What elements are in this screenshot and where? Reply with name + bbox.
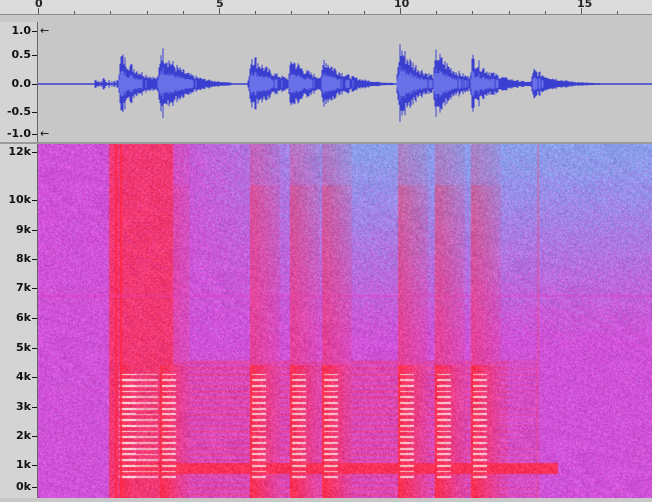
spec-y-label-3k: 3k [16, 400, 31, 413]
timeline-ruler[interactable]: 0 5 10 15 [0, 0, 652, 15]
wave-y-tick [32, 112, 37, 113]
timeline-tick [400, 8, 401, 14]
timeline-tick [38, 8, 39, 14]
spec-y-tick [32, 152, 37, 153]
spectrogram-graphic [38, 144, 652, 498]
spec-y-label-12k: 12k [8, 145, 31, 158]
spectrogram-display[interactable] [38, 144, 652, 498]
timeline-label-10: 10 [394, 0, 410, 10]
timeline-label-15: 15 [577, 0, 593, 10]
timeline-tick [472, 11, 474, 14]
spec-y-tick [32, 465, 37, 466]
spec-y-tick [32, 348, 37, 349]
spec-y-label-2k: 2k [16, 429, 31, 442]
spec-y-tick [32, 230, 37, 231]
spec-y-label-4k: 4k [16, 370, 31, 383]
spec-y-tick [32, 436, 37, 437]
spectrogram-vertical-ruler[interactable]: 12k 10k 9k 8k 7k 6k 5k 4k 3k 2k 1k 0k [0, 144, 38, 498]
timeline-tick [617, 11, 619, 14]
spec-y-tick [32, 288, 37, 289]
waveform-bottom-arrow-icon: ← [40, 127, 50, 140]
spec-y-tick [32, 407, 37, 408]
timeline-tick [219, 8, 220, 14]
spec-y-tick [32, 200, 37, 201]
spec-y-label-1k: 1k [16, 458, 31, 471]
timeline-tick [146, 11, 148, 14]
timeline-tick [255, 11, 257, 14]
wave-y-label-1.0: 1.0 [11, 24, 32, 37]
spec-y-label-8k: 8k [16, 252, 31, 265]
spec-y-label-6k: 6k [16, 311, 31, 324]
waveform-graphic [38, 44, 652, 122]
timeline-tick [110, 11, 112, 14]
spec-y-tick [32, 318, 37, 319]
spec-y-tick [32, 259, 37, 260]
wave-y-label--0.5: -0.5 [6, 105, 31, 118]
timeline-tick [508, 11, 510, 14]
wave-y-label-0.0: 0.0 [11, 77, 32, 90]
audio-track[interactable]: 1.0 0.5 0.0 -0.5 -1.0 ← ← 12k 10k 9k 8k … [0, 22, 652, 500]
waveform-vertical-ruler[interactable]: 1.0 0.5 0.0 -0.5 -1.0 [0, 22, 38, 142]
wave-y-label-0.5: 0.5 [11, 48, 32, 61]
timeline-tick [363, 11, 365, 14]
wave-y-tick [32, 55, 37, 56]
wave-y-tick [32, 31, 37, 32]
timeline-tick [182, 11, 184, 14]
wave-y-tick [32, 134, 37, 135]
timeline-tick [291, 11, 293, 14]
timeline-tick [544, 11, 546, 14]
wave-y-tick [32, 84, 37, 85]
spec-y-label-5k: 5k [16, 341, 31, 354]
timeline-tick [581, 8, 582, 14]
spec-y-tick [32, 487, 37, 488]
spec-y-label-10k: 10k [8, 193, 31, 206]
spec-y-tick [32, 377, 37, 378]
timeline-tick [436, 11, 438, 14]
spec-y-label-0k: 0k [16, 480, 31, 493]
waveform-top-arrow-icon: ← [40, 24, 50, 37]
spec-y-label-7k: 7k [16, 281, 31, 294]
spec-y-label-9k: 9k [16, 223, 31, 236]
waveform-display[interactable] [38, 22, 652, 142]
timeline-tick [74, 11, 76, 14]
timeline-tick [327, 11, 329, 14]
wave-y-label--1.0: -1.0 [6, 127, 31, 140]
